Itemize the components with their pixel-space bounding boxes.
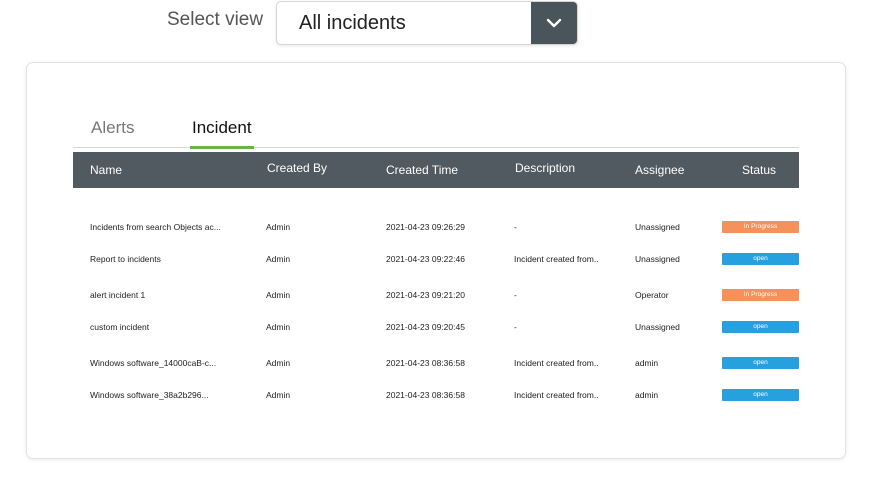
column-header-status[interactable]: Status: [742, 152, 776, 188]
cell-status: In Progress: [722, 217, 799, 237]
cell-name: Report to incidents: [90, 254, 161, 264]
cell-created-time: 2021-04-23 08:36:58: [386, 358, 465, 368]
cell-created-time: 2021-04-23 09:26:29: [386, 222, 465, 232]
table-row[interactable]: Incidents from search Objects ac... Admin…: [73, 217, 799, 237]
cell-assignee: admin: [635, 390, 659, 400]
cell-description: Incident created from..: [514, 390, 599, 400]
cell-created-time: 2021-04-23 09:22:46: [386, 254, 465, 264]
chevron-down-icon: [546, 18, 562, 28]
cell-name: Incidents from search Objects ac...: [90, 222, 221, 232]
column-header-description[interactable]: Description: [515, 150, 575, 186]
cell-status: open: [722, 317, 799, 337]
cell-created-by: Admin: [266, 358, 291, 368]
status-badge: open: [722, 389, 799, 401]
table-row[interactable]: custom incident Admin 2021-04-23 09:20:45 -…: [73, 317, 799, 337]
cell-name: alert incident 1: [90, 290, 146, 300]
table-row[interactable]: Windows software_14000caB-c... Admin 2021-…: [73, 353, 799, 373]
tab-incident[interactable]: Incident: [190, 118, 254, 149]
cell-description: Incident created from..: [514, 254, 599, 264]
tab-alerts[interactable]: Alerts: [91, 118, 134, 148]
status-badge: In Progress: [722, 221, 799, 233]
table-header: Name Created By Created Time Description…: [73, 152, 799, 188]
cell-status: open: [722, 353, 799, 373]
cell-assignee: admin: [635, 358, 659, 368]
tab-bar: Alerts Incident: [73, 118, 799, 149]
cell-created-by: Admin: [266, 390, 291, 400]
column-header-assignee[interactable]: Assignee: [635, 152, 684, 188]
column-header-created-by[interactable]: Created By: [267, 150, 327, 186]
cell-status: In Progress: [722, 285, 799, 305]
cell-assignee: Unassigned: [635, 254, 680, 264]
status-badge: open: [722, 357, 799, 369]
cell-description: -: [514, 290, 517, 300]
select-view-label: Select view: [167, 9, 264, 30]
cell-description: -: [514, 222, 517, 232]
cell-name: custom incident: [90, 322, 150, 332]
cell-name: Windows software_14000caB-c...: [90, 358, 217, 368]
view-select-toggle-button[interactable]: [531, 2, 577, 44]
cell-name: Windows software_38a2b296...: [90, 390, 209, 400]
status-badge: open: [722, 321, 799, 333]
table-row[interactable]: Report to incidents Admin 2021-04-23 09:22…: [73, 249, 799, 269]
cell-created-by: Admin: [266, 322, 291, 332]
cell-assignee: Operator: [635, 290, 669, 300]
status-badge: open: [722, 253, 799, 265]
cell-status: open: [722, 385, 799, 405]
cell-assignee: Unassigned: [635, 222, 680, 232]
table-row[interactable]: alert incident 1 Admin 2021-04-23 09:21:20…: [73, 285, 799, 305]
cell-created-by: Admin: [266, 290, 291, 300]
column-header-name[interactable]: Name: [90, 152, 122, 188]
cell-description: -: [514, 322, 517, 332]
cell-status: open: [722, 249, 799, 269]
cell-description: Incident created from..: [514, 358, 599, 368]
cell-created-time: 2021-04-23 08:36:58: [386, 390, 465, 400]
cell-created-time: 2021-04-23 09:20:45: [386, 322, 465, 332]
cell-created-by: Admin: [266, 222, 291, 232]
column-header-created-time[interactable]: Created Time: [386, 152, 458, 188]
table-row[interactable]: Windows software_38a2b296... Admin 2021-04…: [73, 385, 799, 405]
view-select-value: All incidents: [299, 11, 406, 34]
incidents-card: Alerts Incident Name Created By Created …: [26, 62, 846, 459]
view-select[interactable]: All incidents: [276, 1, 578, 45]
cell-created-by: Admin: [266, 254, 291, 264]
status-badge: In Progress: [722, 289, 799, 301]
cell-created-time: 2021-04-23 09:21:20: [386, 290, 465, 300]
cell-assignee: Unassigned: [635, 322, 680, 332]
